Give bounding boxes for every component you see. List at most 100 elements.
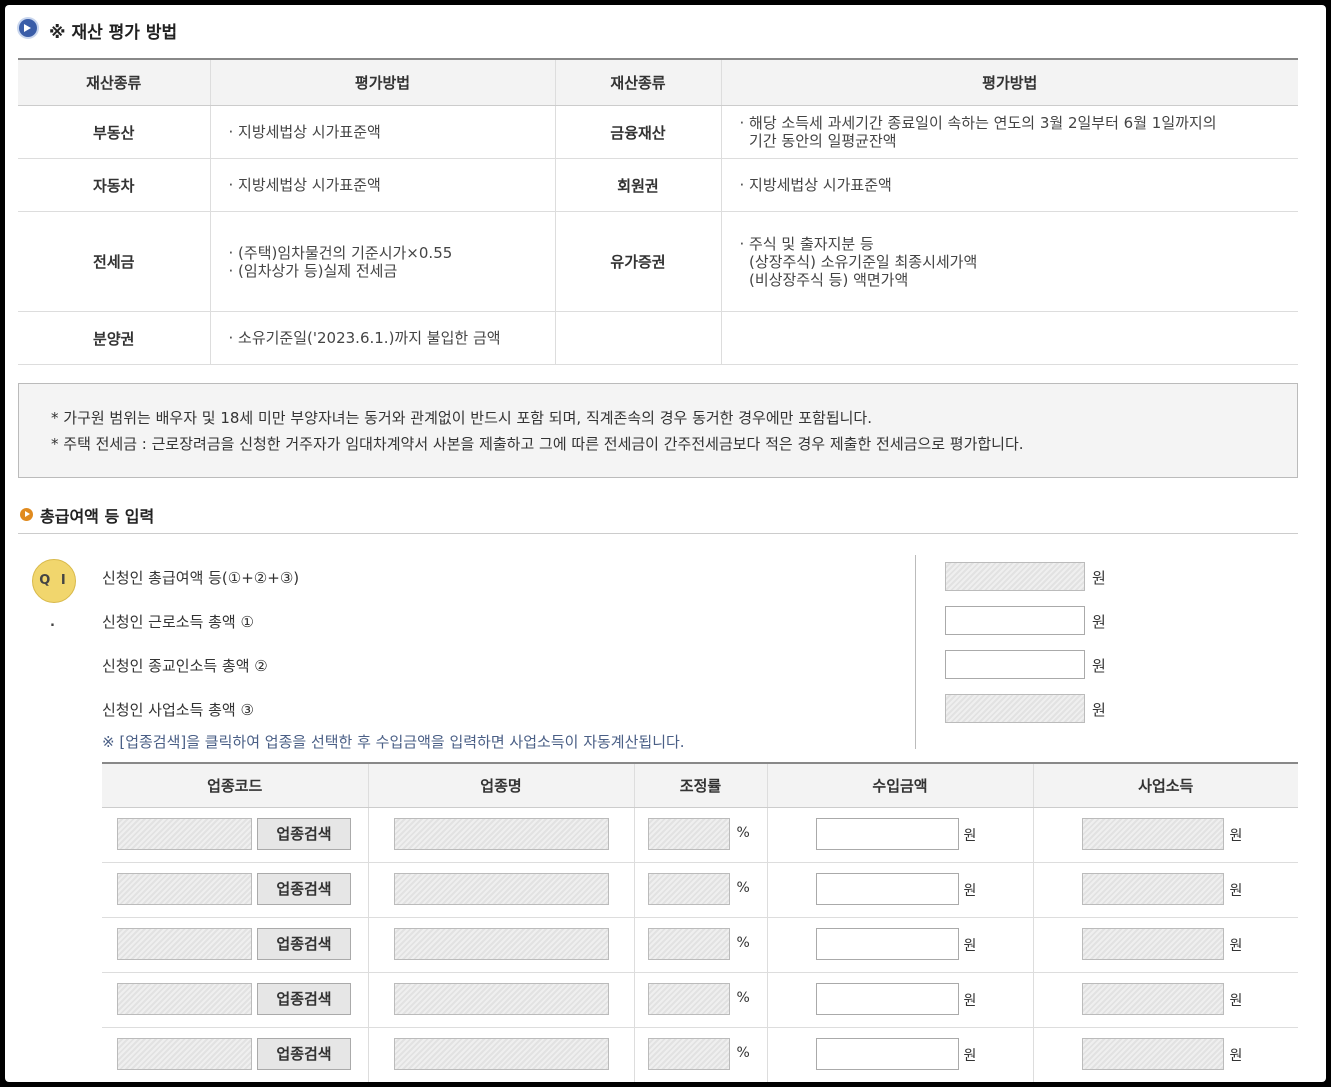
business-income-cell: 원	[1033, 972, 1298, 1028]
revenue-cell: 원	[767, 1027, 1034, 1082]
field-label: 신청인 사업소득 총액 ③	[102, 701, 254, 719]
revenue-cell: 원	[767, 862, 1034, 918]
page-frame: ※ 재산 평가 방법 재산종류 평가방법 재산종류 평가방법 부동산 · 지방세법…	[5, 5, 1326, 1082]
industry-name-cell	[368, 1027, 635, 1082]
col-header-eval-method: 평가방법	[210, 59, 556, 106]
adjust-rate-input[interactable]	[647, 983, 730, 1015]
revenue-input[interactable]	[815, 873, 959, 905]
revenue-input[interactable]	[815, 983, 959, 1015]
industry-search-button[interactable]: 업종검색	[257, 928, 351, 960]
method-line: · 소유기준일('2023.6.1.)까지 불입한 금액	[228, 329, 501, 347]
revenue-input[interactable]	[815, 1038, 959, 1070]
industry-code-input[interactable]	[117, 1038, 252, 1070]
earned-income-input[interactable]	[945, 606, 1085, 635]
asset-type-cell: 부동산	[18, 105, 211, 159]
unit-label: 원	[1092, 657, 1106, 675]
adjust-rate-input[interactable]	[647, 1038, 730, 1070]
col-header-industry-code: 업종코드	[102, 763, 369, 808]
divider	[915, 555, 916, 749]
eval-method-cell: · 지방세법상 시가표준액	[210, 158, 556, 212]
divider	[18, 533, 1298, 534]
won-unit: 원	[963, 993, 977, 1009]
won-unit: 원	[1229, 938, 1243, 954]
industry-search-button[interactable]: 업종검색	[257, 873, 351, 905]
industry-code-input[interactable]	[117, 983, 252, 1015]
question-badge: Q I .	[32, 559, 76, 630]
revenue-input[interactable]	[815, 818, 959, 850]
industry-code-input[interactable]	[117, 873, 252, 905]
col-header-adjust-rate: 조정률	[634, 763, 768, 808]
won-unit: 원	[963, 938, 977, 954]
industry-name-cell	[368, 862, 635, 918]
industry-name-input[interactable]	[393, 928, 609, 960]
industry-code-input[interactable]	[117, 818, 252, 850]
business-income-output[interactable]	[1081, 873, 1224, 905]
col-header-revenue: 수입금액	[767, 763, 1034, 808]
industry-search-button[interactable]: 업종검색	[257, 818, 351, 850]
industry-code-cell: 업종검색	[102, 807, 369, 863]
business-income-output[interactable]	[1081, 983, 1224, 1015]
adjust-rate-input[interactable]	[647, 873, 730, 905]
method-line: · 지방세법상 시가표준액	[228, 123, 381, 141]
table-row: 업종검색% 원 원	[102, 917, 1298, 973]
asset-type-cell: 회원권	[555, 158, 722, 212]
asset-type-cell: 금융재산	[555, 105, 722, 159]
adjust-rate-input[interactable]	[647, 818, 730, 850]
business-income-output[interactable]	[1081, 1038, 1224, 1070]
eval-method-cell: · 지방세법상 시가표준액	[721, 158, 1298, 212]
revenue-cell: 원	[767, 807, 1034, 863]
percent-unit: %	[736, 880, 750, 896]
revenue-cell: 원	[767, 917, 1034, 973]
industry-name-input[interactable]	[393, 983, 609, 1015]
total-pay-input[interactable]	[945, 562, 1085, 591]
method-line: · 지방세법상 시가표준액	[739, 176, 892, 194]
won-unit: 원	[963, 1048, 977, 1064]
table-row: 업종검색% 원 원	[102, 807, 1298, 863]
won-unit: 원	[1229, 883, 1243, 899]
business-income-output[interactable]	[1081, 818, 1224, 850]
percent-unit: %	[736, 1045, 750, 1061]
revenue-input[interactable]	[815, 928, 959, 960]
method-line: 기간 동안의 일평균잔액	[739, 132, 897, 150]
asset-type-cell: 분양권	[18, 311, 211, 365]
religious-income-input[interactable]	[945, 650, 1085, 679]
field-label: 신청인 근로소득 총액 ①	[102, 613, 254, 631]
percent-unit: %	[736, 825, 750, 841]
asset-type-cell: 유가증권	[555, 211, 722, 312]
eval-method-cell: · 주식 및 출자지분 등 (상장주식) 소유기준일 최종시세가액 (비상장주식…	[721, 211, 1298, 312]
col-header-industry-name: 업종명	[368, 763, 635, 808]
col-header-asset-type: 재산종류	[555, 59, 722, 106]
arrow-circle-icon	[19, 19, 37, 37]
asset-type-cell	[555, 311, 722, 365]
industry-code-cell: 업종검색	[102, 917, 369, 973]
unit-label: 원	[1092, 569, 1106, 587]
method-line: (비상장주식 등) 액면가액	[739, 270, 909, 289]
business-income-cell: 원	[1033, 917, 1298, 973]
industry-search-button[interactable]: 업종검색	[257, 983, 351, 1015]
adjust-rate-input[interactable]	[647, 928, 730, 960]
business-income-input[interactable]	[945, 694, 1085, 723]
industry-name-input[interactable]	[393, 1038, 609, 1070]
industry-code-input[interactable]	[117, 928, 252, 960]
adjust-rate-cell: %	[634, 1027, 768, 1082]
industry-search-button[interactable]: 업종검색	[257, 1038, 351, 1070]
col-header-business-income: 사업소득	[1033, 763, 1298, 808]
notice-line: * 가구원 범위는 배우자 및 18세 미만 부양자녀는 동거와 관계없이 반드…	[51, 409, 872, 427]
won-unit: 원	[1229, 828, 1243, 844]
adjust-rate-cell: %	[634, 917, 768, 973]
notice-box: * 가구원 범위는 배우자 및 18세 미만 부양자녀는 동거와 관계없이 반드…	[18, 383, 1298, 478]
industry-name-input[interactable]	[393, 873, 609, 905]
percent-unit: %	[736, 935, 750, 951]
unit-label: 원	[1092, 613, 1106, 631]
industry-name-input[interactable]	[393, 818, 609, 850]
col-header-eval-method: 평가방법	[721, 59, 1298, 106]
industry-name-cell	[368, 972, 635, 1028]
business-income-output[interactable]	[1081, 928, 1224, 960]
eval-method-cell	[721, 311, 1298, 365]
method-line: · 지방세법상 시가표준액	[228, 176, 381, 194]
method-line: · (주택)임차물건의 기준시가×0.55	[228, 243, 453, 262]
industry-code-cell: 업종검색	[102, 1027, 369, 1082]
eval-method-cell: · 해당 소득세 과세기간 종료일이 속하는 연도의 3월 2일부터 6월 1일…	[721, 105, 1298, 159]
industry-table: 업종코드 업종명 조정률 수입금액 사업소득 업종검색% 원 원 업종검색% 원 원 업종검…	[102, 762, 1298, 1082]
section-title-income-input: 총급여액 등 입력	[40, 507, 155, 526]
